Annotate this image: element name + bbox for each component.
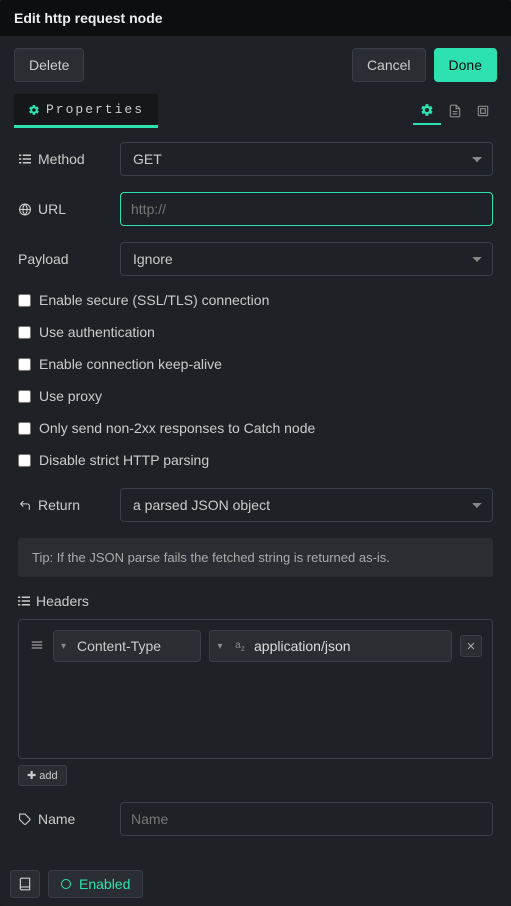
header-row: ▾ ▾ az ✕ — [29, 630, 482, 662]
non2xx-label[interactable]: Only send non-2xx responses to Catch nod… — [39, 420, 315, 436]
auth-label[interactable]: Use authentication — [39, 324, 155, 340]
cancel-button[interactable]: Cancel — [352, 48, 426, 82]
header-key-field[interactable]: ▾ — [53, 630, 201, 662]
chevron-down-icon[interactable]: ▾ — [210, 641, 230, 652]
tab-bar: Properties — [0, 94, 511, 128]
drag-handle-icon[interactable] — [29, 638, 45, 654]
chevron-down-icon[interactable]: ▾ — [54, 641, 73, 652]
auth-checkbox[interactable] — [18, 326, 31, 339]
url-label: URL — [18, 201, 120, 217]
gear-icon — [28, 104, 40, 116]
appearance-tab-icon[interactable] — [469, 97, 497, 125]
proxy-checkbox[interactable] — [18, 390, 31, 403]
tab-properties[interactable]: Properties — [14, 94, 158, 128]
add-header-button[interactable]: ✚ add — [18, 765, 67, 786]
method-label: Method — [18, 151, 120, 167]
header-key-input[interactable] — [73, 632, 200, 660]
url-input[interactable] — [120, 192, 493, 226]
return-icon — [18, 499, 32, 512]
payload-select[interactable]: Ignore — [120, 242, 493, 276]
non2xx-checkbox[interactable] — [18, 422, 31, 435]
list-icon — [18, 595, 30, 607]
proxy-label[interactable]: Use proxy — [39, 388, 102, 404]
description-tab-icon[interactable] — [441, 97, 469, 125]
footer: Enabled — [0, 862, 511, 906]
action-bar: Delete Cancel Done — [0, 36, 511, 94]
payload-label: Payload — [18, 251, 120, 267]
headers-label: Headers — [18, 593, 493, 609]
remove-header-button[interactable]: ✕ — [460, 635, 482, 657]
tip-text: Tip: If the JSON parse fails the fetched… — [18, 538, 493, 577]
settings-tab-icon[interactable] — [413, 97, 441, 125]
globe-icon — [18, 203, 32, 216]
name-input[interactable] — [120, 802, 493, 836]
enabled-label: Enabled — [79, 876, 130, 892]
done-button[interactable]: Done — [434, 48, 497, 82]
ssl-checkbox[interactable] — [18, 294, 31, 307]
string-type-icon: az — [230, 640, 250, 653]
docs-button[interactable] — [10, 870, 40, 898]
method-select[interactable]: GET — [120, 142, 493, 176]
tag-icon — [18, 813, 32, 826]
header-value-input[interactable] — [250, 632, 451, 660]
ssl-label[interactable]: Enable secure (SSL/TLS) connection — [39, 292, 269, 308]
list-icon — [18, 153, 32, 165]
dialog-title: Edit http request node — [0, 0, 511, 36]
header-value-field[interactable]: ▾ az — [209, 630, 452, 662]
headers-editor: ▾ ▾ az ✕ — [18, 619, 493, 759]
return-label: Return — [18, 497, 120, 513]
enabled-toggle[interactable]: Enabled — [48, 870, 143, 898]
keepalive-checkbox[interactable] — [18, 358, 31, 371]
delete-button[interactable]: Delete — [14, 48, 84, 82]
keepalive-label[interactable]: Enable connection keep-alive — [39, 356, 222, 372]
strict-checkbox[interactable] — [18, 454, 31, 467]
name-label: Name — [18, 811, 120, 827]
tab-properties-label: Properties — [46, 102, 144, 117]
return-select[interactable]: a parsed JSON object — [120, 488, 493, 522]
strict-label[interactable]: Disable strict HTTP parsing — [39, 452, 209, 468]
plus-icon: ✚ — [27, 769, 36, 782]
circle-icon — [61, 879, 71, 889]
